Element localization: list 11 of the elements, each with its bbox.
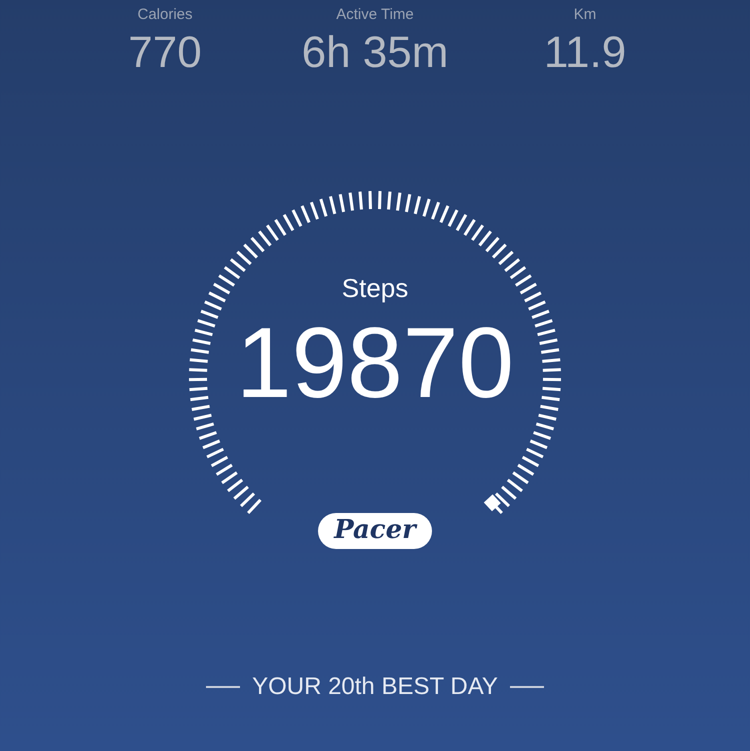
gauge-thumb [484, 494, 501, 511]
stat-value: 770 [128, 26, 202, 78]
pacer-logo: Pacer [318, 512, 432, 548]
steps-count: 19870 [236, 308, 514, 418]
stat-value: 6h 35m [302, 26, 448, 78]
steps-label: Steps [342, 272, 408, 304]
stat-label: Calories [137, 5, 193, 25]
stat-value: 11.9 [544, 26, 626, 78]
stat-label: Active Time [336, 5, 414, 25]
best-day-text: YOUR 20th BEST DAY [252, 672, 498, 702]
stat-label: Km [574, 5, 596, 25]
